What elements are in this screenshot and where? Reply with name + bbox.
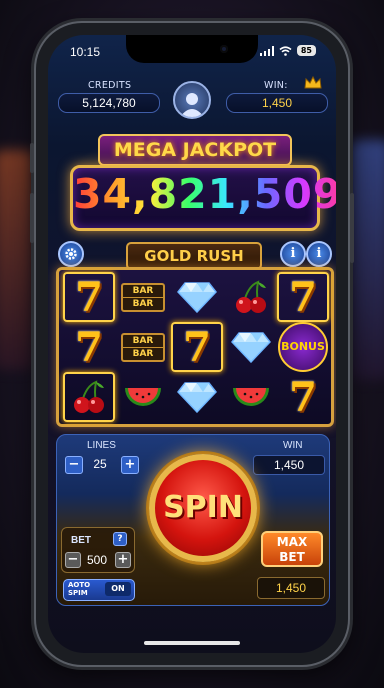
reel-cell: BAR BAR — [117, 322, 169, 372]
info-icon: i — [316, 246, 322, 261]
spin-button[interactable]: SPIN — [149, 454, 257, 562]
jackpot-amount: 34,821,509 — [73, 170, 336, 218]
game-title-row: GOLD RUSH i i — [48, 241, 336, 270]
camera-icon — [220, 45, 228, 53]
signal-icon — [259, 45, 274, 56]
reel-column: 77 — [63, 272, 115, 422]
crown-icon — [304, 76, 322, 89]
seven-symbol-icon: 7 — [183, 323, 211, 371]
reel-column: BAR BAR BAR BAR — [117, 272, 169, 422]
reel-cell: 7 — [63, 272, 115, 322]
panel-win-value: 1,450 — [253, 455, 325, 475]
user-icon — [180, 93, 204, 117]
diamond-icon — [177, 382, 217, 413]
reel-cell: 7 — [277, 372, 329, 422]
seven-symbol-icon: 7 — [289, 373, 317, 421]
reel-cell: 7 — [63, 322, 115, 372]
wifi-icon — [279, 45, 292, 56]
reel-column: 7 — [171, 272, 223, 422]
max-bet-label-line1: MAX — [276, 535, 308, 549]
max-bet-label-line2: BET — [279, 550, 305, 564]
reel-cell — [225, 322, 277, 372]
reel-column: 7 BONUS 7 — [277, 272, 329, 422]
bar-symbol-icon: BAR BAR — [121, 332, 165, 362]
control-panel: LINES − 25 + WIN 1,450 SPIN BET ? − 500 … — [56, 434, 330, 606]
lines-decrease-button[interactable]: − — [65, 456, 83, 474]
credits-value: 5,124,780 — [82, 96, 136, 110]
diamond-icon — [177, 282, 217, 313]
reel-cell — [225, 372, 277, 422]
seven-symbol-icon: 7 — [75, 273, 103, 321]
jackpot-amount-box: 34,821,509 — [70, 165, 336, 231]
last-win-value: 1,450 — [257, 577, 325, 599]
auto-spin-label: AOTO SPIM — [68, 581, 91, 597]
status-time: 10:15 — [70, 45, 101, 59]
home-indicator[interactable] — [144, 641, 240, 645]
seven-symbol-icon: 7 — [289, 273, 317, 321]
auto-spin-state: ON — [105, 582, 131, 596]
credits-label: CREDITS — [88, 80, 132, 91]
reel-cell — [171, 272, 223, 322]
panel-win-label: WIN — [283, 440, 303, 451]
profile-avatar[interactable] — [173, 81, 211, 119]
credits-display: 5,124,780 — [58, 93, 160, 113]
header-win-label: WIN: — [264, 80, 288, 91]
bet-label: BET — [71, 535, 91, 546]
reel-grid: 7 7 BAR BAR BAR BAR 7 7 BONUS 7 — [56, 267, 334, 427]
reel-cell — [171, 372, 223, 422]
auto-spin-toggle[interactable]: AOTO SPIM ON — [63, 579, 135, 601]
lines-label: LINES — [87, 440, 116, 451]
bet-increase-button[interactable]: + — [115, 552, 131, 568]
bet-info-button[interactable]: ? — [113, 532, 127, 546]
lines-value: 25 — [93, 457, 107, 471]
bet-value: 500 — [86, 553, 108, 567]
bet-decrease-button[interactable]: − — [65, 552, 81, 568]
notch — [126, 35, 258, 63]
jackpot-title: MEGA JACKPOT — [98, 134, 292, 166]
reel-cell: BAR BAR — [117, 272, 169, 322]
seven-symbol-icon: 7 — [75, 323, 103, 371]
diamond-icon — [231, 332, 271, 363]
reel-cell: BONUS — [277, 322, 329, 372]
reel-column — [225, 272, 277, 422]
header-win-value: 1,450 — [261, 96, 293, 110]
reel-cell — [117, 372, 169, 422]
game-title: GOLD RUSH — [126, 242, 262, 270]
background-machine-left — [0, 150, 34, 370]
bar-symbol-icon: BAR BAR — [121, 282, 165, 312]
settings-button[interactable] — [58, 241, 84, 267]
jackpot-banner: MEGA JACKPOT 34,821,509 — [64, 129, 336, 233]
max-bet-button[interactable]: MAX BET — [261, 531, 323, 567]
info-icon: i — [290, 246, 296, 261]
info-button-2[interactable]: i — [306, 241, 332, 267]
bonus-symbol-icon: BONUS — [278, 322, 328, 372]
game-screen: 10:15 85 CREDITS 5,124,780 WIN: 1,450 ME… — [48, 35, 336, 653]
cherry-icon — [74, 380, 104, 413]
watermelon-icon — [233, 388, 269, 406]
header-win-display: 1,450 — [226, 93, 328, 113]
lines-increase-button[interactable]: + — [121, 456, 139, 474]
reel-cell — [225, 272, 277, 322]
background-machine-right — [350, 140, 384, 380]
info-button-1[interactable]: i — [280, 241, 306, 267]
reel-cell: 7 — [277, 272, 329, 322]
watermelon-icon — [125, 388, 161, 406]
battery-icon: 85 — [296, 45, 316, 56]
gear-icon — [65, 248, 77, 260]
top-bar: CREDITS 5,124,780 WIN: 1,450 — [48, 71, 336, 129]
phone-frame: 10:15 85 CREDITS 5,124,780 WIN: 1,450 ME… — [30, 23, 354, 665]
reel-cell: 7 — [171, 322, 223, 372]
reel-cell — [63, 372, 115, 422]
cherry-icon — [236, 280, 266, 313]
